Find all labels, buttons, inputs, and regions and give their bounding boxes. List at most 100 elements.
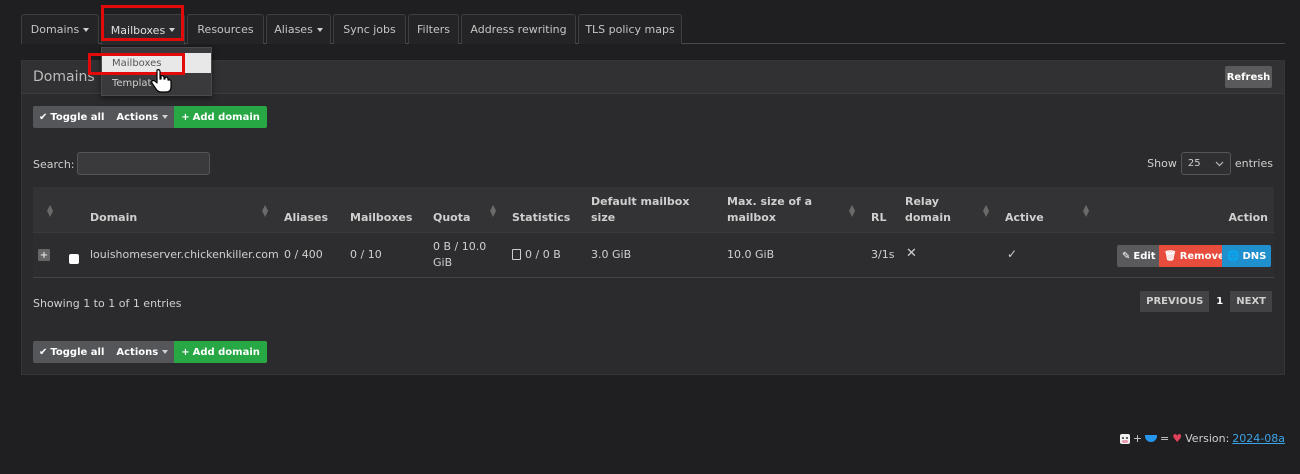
active-check-icon: ✓ xyxy=(1007,247,1018,261)
tab-aliases[interactable]: Aliases xyxy=(266,14,331,44)
entries-label: entries xyxy=(1234,157,1273,170)
page-length-control: Show 25 entries xyxy=(1147,152,1273,175)
panel-title: Domains xyxy=(33,69,95,85)
tab-domains-label: Domains xyxy=(30,23,80,36)
refresh-button[interactable]: Refresh xyxy=(1225,66,1272,88)
toggle-all-label: Toggle all xyxy=(50,346,105,358)
copy-icon xyxy=(512,249,521,260)
add-domain-button[interactable]: + Add domain xyxy=(174,341,267,363)
tab-mailboxes[interactable]: Mailboxes xyxy=(101,14,185,45)
col-aliases[interactable]: Aliases xyxy=(284,210,328,226)
dns-button[interactable]: 🌐 DNS xyxy=(1222,245,1272,267)
sort-icon[interactable]: ▲ ▼ xyxy=(849,204,855,218)
plus-sign: + xyxy=(1132,432,1143,445)
col-relay-domain[interactable]: Relay domain xyxy=(905,194,955,226)
tab-address-rewriting-label: Address rewriting xyxy=(470,23,567,36)
trash-icon: 🗑 xyxy=(1164,250,1177,262)
remove-label: Remove xyxy=(1179,250,1225,262)
actions-label: Actions xyxy=(116,346,159,358)
tab-domains[interactable]: Domains xyxy=(21,14,99,44)
actions-button[interactable]: Actions xyxy=(110,106,175,128)
quota-cell: 0 B / 10.0 GiB xyxy=(433,240,487,269)
col-active[interactable]: Active xyxy=(1005,210,1044,226)
toggle-all-label: Toggle all xyxy=(50,111,105,123)
previous-page-button[interactable]: PREVIOUS xyxy=(1139,290,1211,313)
col-rl[interactable]: RL xyxy=(871,210,886,226)
col-quota[interactable]: Quota xyxy=(433,210,470,226)
sort-icon[interactable]: ▲ ▼ xyxy=(983,204,989,218)
row-checkbox[interactable] xyxy=(69,254,79,264)
tab-resources-label: Resources xyxy=(197,23,254,36)
toggle-all-button[interactable]: ✔ Toggle all xyxy=(33,106,111,128)
default-size-cell: 3.0 GiB xyxy=(591,248,632,261)
whale-icon xyxy=(1145,435,1158,442)
col-default-mailbox-size[interactable]: Default mailbox size xyxy=(591,194,696,226)
tab-resources[interactable]: Resources xyxy=(187,14,264,44)
page-length-select[interactable]: 25 xyxy=(1180,152,1231,175)
plus-icon: + xyxy=(181,346,190,358)
max-size-cell: 10.0 GiB xyxy=(727,248,775,261)
col-action: Action xyxy=(1228,211,1268,224)
rl-cell: 3/1s xyxy=(871,248,895,261)
top-toolbar: ✔ Toggle all Actions + Add domain xyxy=(33,106,267,128)
col-max-mailbox-size[interactable]: Max. size of a mailbox xyxy=(727,194,832,226)
footer: + = ♥ Version: 2024-08a xyxy=(1119,432,1285,445)
version-link[interactable]: 2024-08a xyxy=(1232,432,1285,445)
search-input[interactable] xyxy=(77,152,210,175)
statistics-value: 0 / 0 B xyxy=(525,248,561,261)
caret-down-icon xyxy=(162,350,169,354)
plus-icon: + xyxy=(181,111,190,123)
add-domain-button[interactable]: + Add domain xyxy=(174,106,267,128)
actions-button[interactable]: Actions xyxy=(110,341,175,363)
pencil-icon: ✎ xyxy=(1122,250,1131,262)
dns-label: DNS xyxy=(1242,250,1267,262)
tab-tls-policy-maps[interactable]: TLS policy maps xyxy=(578,14,682,44)
caret-down-icon xyxy=(316,27,323,32)
caret-down-icon xyxy=(169,28,176,32)
show-label: Show xyxy=(1147,157,1177,170)
hand-cursor-icon xyxy=(151,69,172,93)
col-mailboxes[interactable]: Mailboxes xyxy=(350,210,412,226)
tab-sync-jobs[interactable]: Sync jobs xyxy=(333,14,406,44)
caret-down-icon xyxy=(83,27,90,32)
tab-sync-jobs-label: Sync jobs xyxy=(343,23,396,36)
equals-sign: = xyxy=(1160,432,1170,445)
search-label: Search: xyxy=(33,158,75,171)
mailboxes-cell: 0 / 10 xyxy=(350,248,382,261)
sort-icon[interactable]: ▲ ▼ xyxy=(490,204,496,218)
edit-button[interactable]: ✎ Edit xyxy=(1117,245,1161,267)
relay-x-icon: ✕ xyxy=(906,246,917,261)
nav-tabs: Domains Mailboxes Resources Aliases Sync… xyxy=(21,14,1285,45)
table-header: ▲ ▼ Domain ▲ ▼ Aliases Mailboxes Quota ▲ ▼ … xyxy=(33,187,1274,232)
add-domain-label: Add domain xyxy=(192,346,260,358)
tab-filters-label: Filters xyxy=(417,23,450,36)
tab-aliases-label: Aliases xyxy=(274,23,313,36)
next-page-button[interactable]: NEXT xyxy=(1229,290,1273,313)
remove-button[interactable]: 🗑 Remove xyxy=(1159,245,1230,267)
globe-icon: 🌐 xyxy=(1227,250,1240,262)
tab-mailboxes-label: Mailboxes xyxy=(110,23,166,37)
sort-icon[interactable]: ▲ ▼ xyxy=(1083,204,1089,218)
edit-label: Edit xyxy=(1133,250,1156,262)
version-label: Version: xyxy=(1185,432,1230,445)
cow-icon xyxy=(1119,433,1130,444)
domains-panel: Domains Refresh ✔ Toggle all Actions + Add… xyxy=(21,60,1285,375)
domain-cell: louishomeserver.chickenkiller.com xyxy=(90,248,279,261)
sort-icon[interactable]: ▲ ▼ xyxy=(262,204,268,218)
tab-address-rewriting[interactable]: Address rewriting xyxy=(461,14,576,44)
chevron-down-icon xyxy=(1215,161,1224,166)
pagination: PREVIOUS 1 NEXT xyxy=(1139,290,1273,313)
add-domain-label: Add domain xyxy=(192,111,260,123)
expand-row-icon[interactable]: + xyxy=(38,249,50,261)
col-statistics[interactable]: Statistics xyxy=(512,210,570,226)
page-1-button[interactable]: 1 xyxy=(1210,290,1230,313)
sort-icon[interactable]: ▲ ▼ xyxy=(47,204,53,218)
statistics-cell: 0 / 0 B xyxy=(512,247,561,263)
caret-down-icon xyxy=(162,115,169,119)
tab-tls-policy-maps-label: TLS policy maps xyxy=(585,23,675,36)
table-row: + louishomeserver.chickenkiller.com 0 / … xyxy=(33,232,1274,278)
tab-filters[interactable]: Filters xyxy=(408,14,459,44)
toggle-all-button[interactable]: ✔ Toggle all xyxy=(33,341,111,363)
double-check-icon: ✔ xyxy=(39,111,48,123)
col-domain[interactable]: Domain xyxy=(90,210,137,226)
